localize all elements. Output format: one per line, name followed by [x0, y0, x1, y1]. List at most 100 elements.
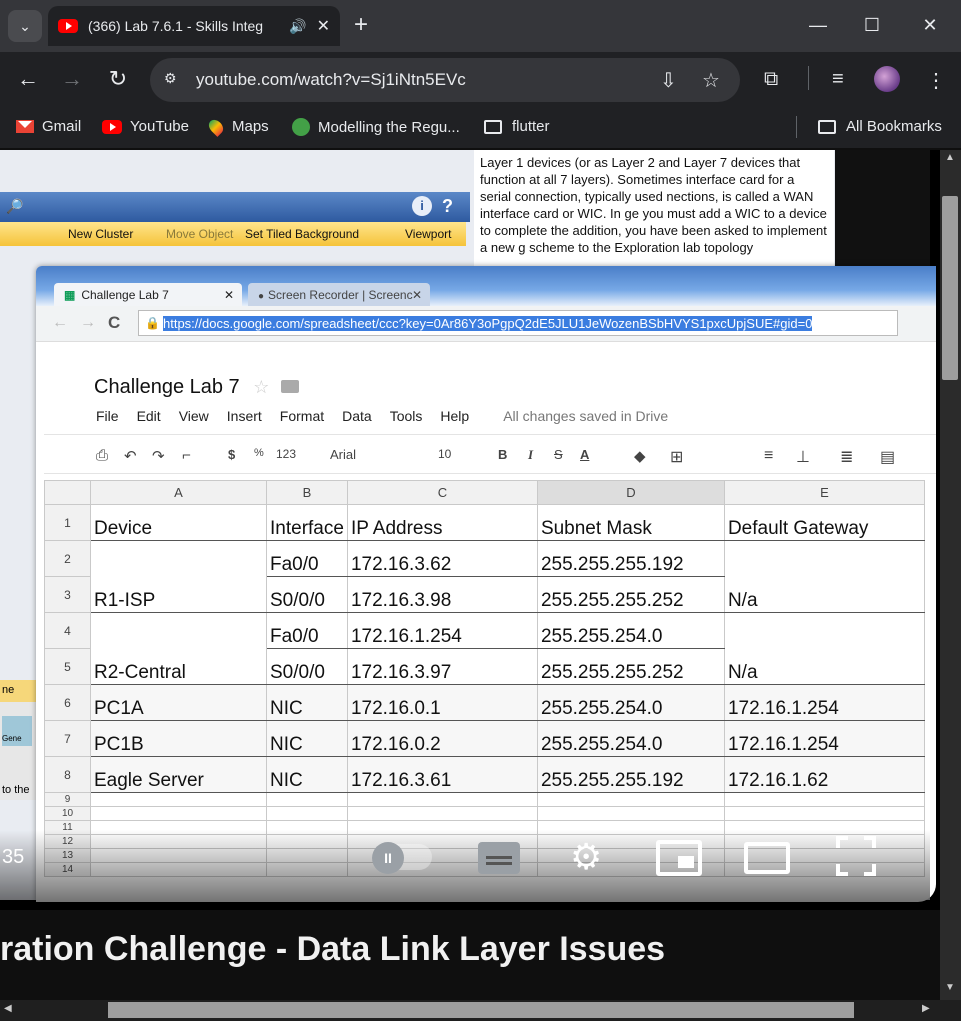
- table-cell: [90, 806, 267, 821]
- autoplay-toggle[interactable]: II: [372, 842, 432, 874]
- bookmark-flutter[interactable]: flutter: [484, 118, 550, 135]
- bookmark-maps[interactable]: Maps: [206, 116, 269, 137]
- sheet-address-bar: ← → C 🔒 https://docs.google.com/spreadsh…: [36, 306, 936, 342]
- side-label: ne: [0, 680, 40, 702]
- table-cell: [90, 540, 267, 577]
- print-icon: ⎙: [96, 447, 109, 464]
- format-toolbar: ⎙ ↶ ↷ ⌐ $ % 123 Arial 10 B I S A ◆ ⊞ ≡ ⊥…: [44, 434, 936, 474]
- scroll-left-icon[interactable]: ◀: [4, 1003, 12, 1014]
- subtitles-button[interactable]: [478, 842, 520, 874]
- new-tab-button[interactable]: +: [354, 10, 368, 40]
- table-cell: [90, 612, 267, 649]
- spreadsheet-grid: A B C D E 1 Device Interface IP Address Subn…: [44, 480, 936, 877]
- table-row: 5 R2-Central S0/0/0 172.16.3.97 255.255.255.…: [44, 648, 925, 685]
- table-cell: 255.255.255.252: [536, 576, 725, 613]
- table-cell: S0/0/0: [266, 576, 348, 613]
- vertical-scroll-thumb[interactable]: [942, 196, 958, 380]
- column-header: C: [346, 480, 538, 505]
- font-size-select: 10: [438, 447, 452, 461]
- table-cell: 255.255.254.0: [536, 684, 725, 721]
- bookmark-gmail[interactable]: Gmail: [16, 118, 81, 135]
- table-row: 2 Fa0/0 172.16.3.62 255.255.255.192: [44, 540, 925, 577]
- table-cell: [346, 806, 538, 821]
- row-number: 9: [44, 792, 91, 807]
- install-app-icon[interactable]: ⇩: [660, 68, 677, 93]
- maximize-button[interactable]: ☐: [852, 10, 892, 42]
- scroll-down-icon[interactable]: ▼: [945, 982, 955, 993]
- settings-gear-icon[interactable]: ⚙: [570, 836, 602, 878]
- horizontal-scroll-thumb[interactable]: [108, 1002, 854, 1018]
- more-menu-icon[interactable]: ⋮: [926, 68, 946, 93]
- table-cell: 172.16.1.254: [723, 720, 925, 757]
- tab-title: (366) Lab 7.6.1 - Skills Integ: [88, 18, 264, 34]
- site-info-icon[interactable]: ⚙: [164, 70, 182, 88]
- menu-edit: Edit: [136, 408, 161, 424]
- borders-icon: ⊞: [670, 449, 684, 466]
- forward-arrow-icon: →: [80, 314, 96, 331]
- close-window-button[interactable]: ✕: [910, 10, 950, 42]
- paint-format-icon: ⌐: [182, 447, 191, 464]
- table-cell: Eagle Server: [90, 756, 267, 793]
- table-cell: Interface: [266, 504, 348, 541]
- italic-button: I: [528, 447, 534, 462]
- number-format: 123: [276, 447, 297, 461]
- table-cell: N/a: [723, 576, 925, 613]
- address-url[interactable]: youtube.com/watch?v=Sj1iNtn5EVc: [196, 70, 466, 90]
- wrap-icon: ≣: [840, 449, 854, 466]
- table-row: 10: [44, 806, 925, 821]
- profile-avatar[interactable]: [874, 66, 900, 92]
- reload-button[interactable]: ↻: [104, 66, 132, 92]
- bookmark-modelling[interactable]: Modelling the Regu...: [292, 118, 460, 136]
- row-number: 2: [44, 540, 91, 577]
- table-cell: [723, 806, 925, 821]
- table-cell: Fa0/0: [266, 540, 348, 577]
- pt-workspace-bar: New Cluster Move Object Set Tiled Backgr…: [0, 222, 466, 246]
- media-controls-icon[interactable]: ≡: [832, 68, 844, 91]
- table-cell: 255.255.254.0: [536, 612, 725, 649]
- table-cell: 255.255.255.192: [536, 540, 725, 577]
- info-icon: i: [412, 196, 432, 216]
- column-header: A: [90, 480, 267, 505]
- extensions-icon[interactable]: ⧉: [764, 68, 778, 91]
- bookmark-label: Gmail: [42, 118, 82, 135]
- bookmark-label: flutter: [512, 118, 550, 135]
- address-bar[interactable]: ⚙ youtube.com/watch?v=Sj1iNtn5EVc ⇩ ☆: [150, 58, 740, 102]
- video-title-area: ration Challenge - Data Link Layer Issue…: [0, 910, 940, 990]
- tab-close-icon[interactable]: ✕: [317, 16, 330, 36]
- sheet-browser-tabs: ▦ Challenge Lab 7 ✕ ● Screen Recorder | Sc…: [36, 266, 936, 309]
- theater-mode-button[interactable]: [744, 842, 790, 874]
- scroll-up-icon[interactable]: ▲: [945, 152, 955, 163]
- table-row: 8 Eagle Server NIC 172.16.3.61 255.255.255.1…: [44, 756, 925, 793]
- active-tab[interactable]: (366) Lab 7.6.1 - Skills Integ 🔊 ✕: [48, 6, 340, 46]
- currency-format: $: [228, 447, 236, 462]
- bookmark-label: YouTube: [130, 118, 189, 135]
- fullscreen-button[interactable]: [836, 836, 876, 876]
- table-cell: 172.16.3.97: [346, 648, 538, 685]
- sheet-menu: File Edit View Insert Format Data Tools …: [96, 408, 668, 424]
- percent-format: %: [254, 447, 264, 459]
- bookmark-star-icon[interactable]: ☆: [702, 68, 720, 93]
- video-player[interactable]: 🔎 i ? New Cluster Move Object Set Tiled …: [0, 150, 940, 910]
- gmail-icon: [16, 120, 34, 133]
- all-bookmarks-button[interactable]: All Bookmarks: [818, 118, 942, 135]
- column-header: D: [536, 480, 725, 505]
- table-cell: 172.16.1.254: [723, 684, 925, 721]
- table-cell: [723, 612, 925, 649]
- valign-icon: ⊥: [796, 449, 810, 466]
- table-cell: 172.16.3.61: [346, 756, 538, 793]
- row-number: 1: [44, 504, 91, 541]
- row-number: 3: [44, 576, 91, 613]
- miniplayer-button[interactable]: [656, 840, 702, 876]
- minimize-button[interactable]: —: [798, 10, 838, 42]
- bookmark-youtube[interactable]: YouTube: [102, 118, 189, 135]
- speaker-icon[interactable]: 🔊: [289, 18, 306, 35]
- forward-button[interactable]: →: [58, 66, 86, 92]
- table-row: 7 PC1B NIC 172.16.0.2 255.255.254.0 172.16.1.…: [44, 720, 925, 757]
- close-icon: ✕: [223, 288, 234, 302]
- table-cell: 255.255.254.0: [536, 720, 725, 757]
- back-button[interactable]: ←: [14, 66, 42, 92]
- tab-search-button[interactable]: ⌄: [8, 10, 42, 42]
- table-cell: [346, 792, 538, 807]
- scroll-right-icon[interactable]: ▶: [922, 1003, 930, 1014]
- table-cell: [723, 792, 925, 807]
